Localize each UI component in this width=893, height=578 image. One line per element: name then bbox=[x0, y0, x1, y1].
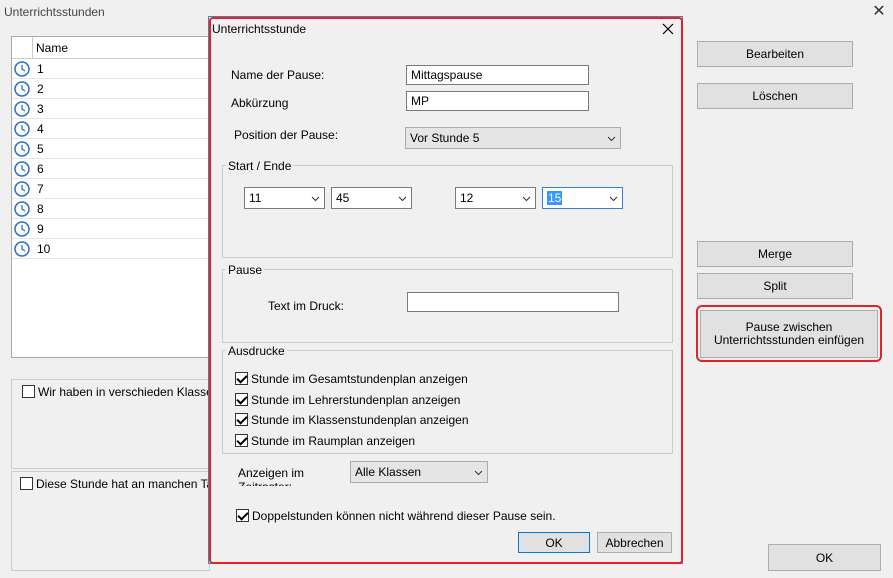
list-item-label: 8 bbox=[37, 202, 44, 216]
column-name-header[interactable]: Name bbox=[36, 41, 68, 55]
list-item[interactable]: 3 bbox=[12, 99, 209, 119]
list-item-label: 3 bbox=[37, 102, 44, 116]
list-item-label: 1 bbox=[37, 62, 44, 76]
clock-icon bbox=[14, 141, 30, 157]
lesson-list[interactable]: Name 1 2 3 4 5 6 7 8 9 10 bbox=[11, 36, 210, 358]
ok-button[interactable]: OK bbox=[768, 544, 881, 571]
clock-icon bbox=[14, 81, 30, 97]
list-item[interactable]: 1 bbox=[12, 59, 209, 79]
list-item[interactable]: 5 bbox=[12, 139, 209, 159]
list-item[interactable]: 4 bbox=[12, 119, 209, 139]
clock-icon bbox=[14, 221, 30, 237]
list-item-label: 5 bbox=[37, 142, 44, 156]
list-item-label: 4 bbox=[37, 122, 44, 136]
delete-button[interactable]: Löschen bbox=[697, 83, 853, 109]
list-item[interactable]: 6 bbox=[12, 159, 209, 179]
list-item-label: 9 bbox=[37, 222, 44, 236]
classes-checkbox[interactable] bbox=[22, 385, 35, 398]
some-days-checkbox[interactable] bbox=[20, 477, 33, 490]
clock-icon bbox=[14, 61, 30, 77]
dialog-highlight bbox=[209, 17, 683, 564]
split-button[interactable]: Split bbox=[697, 273, 853, 299]
close-icon[interactable]: ✕ bbox=[868, 2, 890, 22]
clock-icon bbox=[14, 101, 30, 117]
edit-button[interactable]: Bearbeiten bbox=[697, 41, 853, 67]
clock-icon bbox=[14, 181, 30, 197]
clock-icon bbox=[14, 121, 30, 137]
classes-checkbox-label: Wir haben in verschieden Klassen ur bbox=[38, 385, 210, 399]
list-item-label: 6 bbox=[37, 162, 44, 176]
some-days-checkbox-label: Diese Stunde hat an manchen Tager bbox=[36, 477, 210, 491]
merge-button[interactable]: Merge bbox=[697, 241, 853, 267]
list-item-label: 10 bbox=[37, 242, 51, 256]
insert-pause-highlight bbox=[696, 305, 882, 362]
list-header: Name bbox=[12, 37, 209, 59]
list-item[interactable]: 8 bbox=[12, 199, 209, 219]
window-title: Unterrichtsstunden bbox=[4, 5, 105, 19]
clock-icon bbox=[14, 241, 30, 257]
list-item-label: 7 bbox=[37, 182, 44, 196]
list-item-label: 2 bbox=[37, 82, 44, 96]
clock-icon bbox=[14, 161, 30, 177]
clock-icon bbox=[14, 201, 30, 217]
list-item[interactable]: 9 bbox=[12, 219, 209, 239]
list-item[interactable]: 7 bbox=[12, 179, 209, 199]
list-item[interactable]: 10 bbox=[12, 239, 209, 259]
list-item[interactable]: 2 bbox=[12, 79, 209, 99]
header-separator bbox=[32, 37, 33, 59]
